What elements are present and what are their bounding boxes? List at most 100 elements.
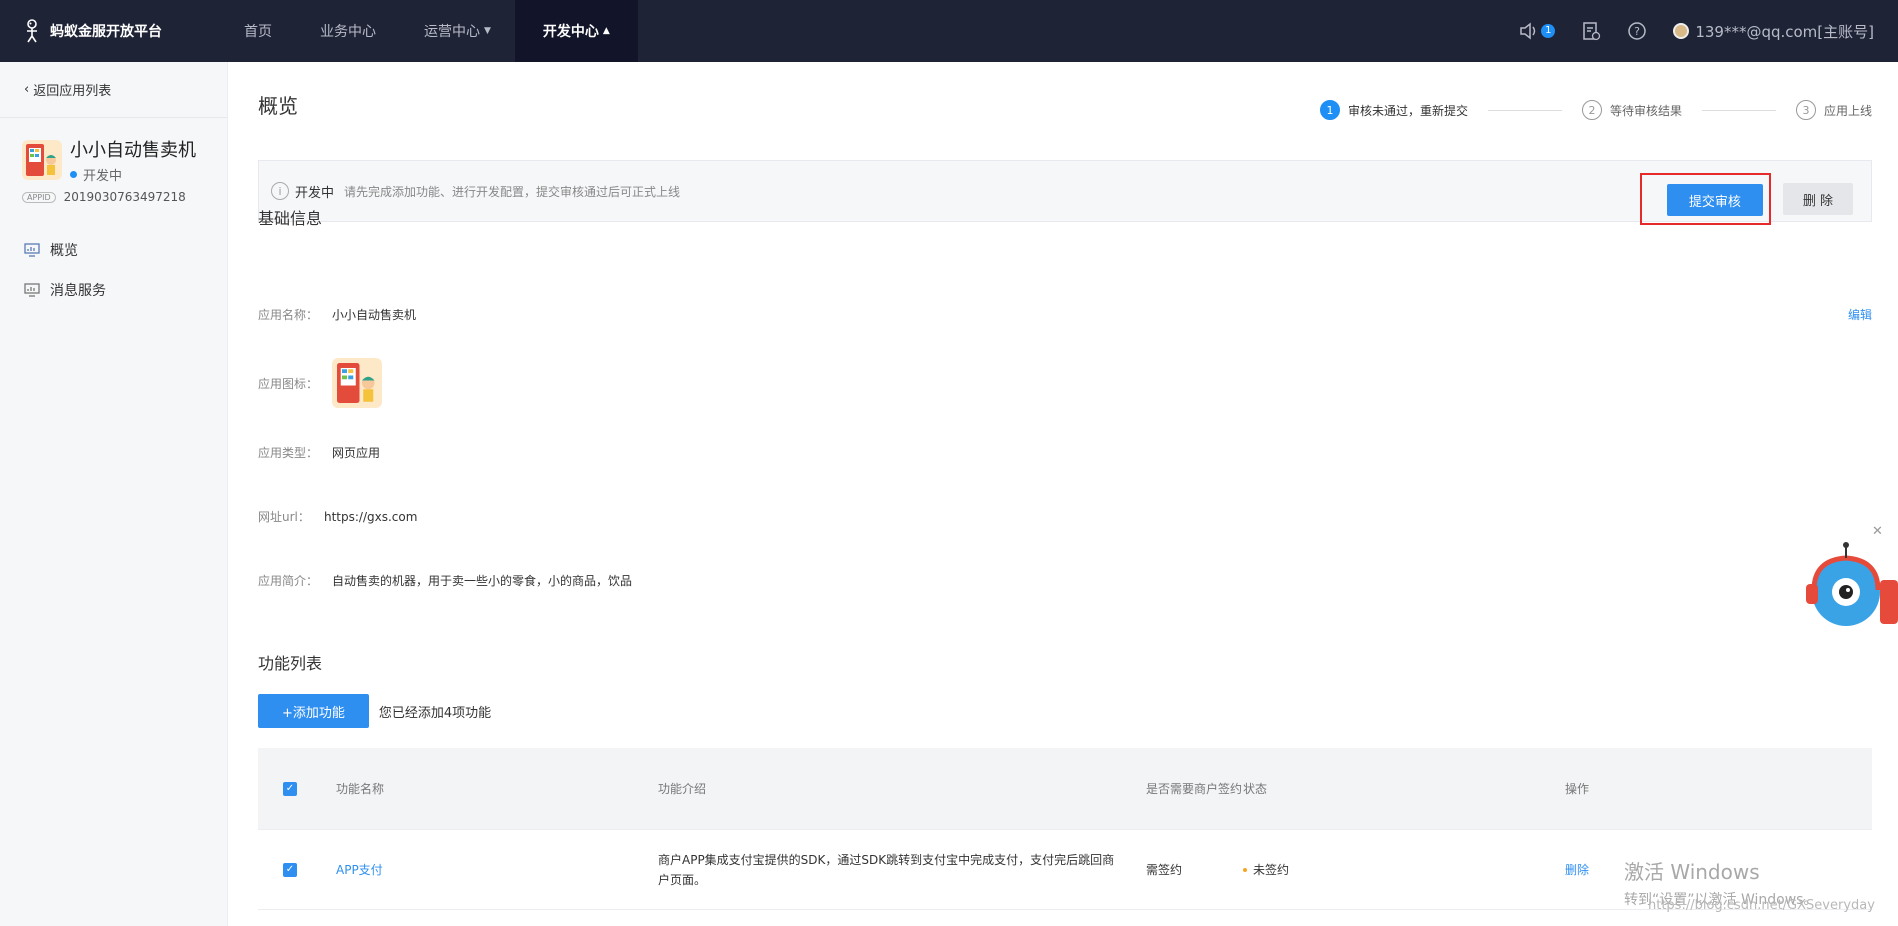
app-name: 小小自动售卖机 bbox=[70, 140, 196, 161]
nav-dev-label: 开发中心 bbox=[542, 24, 599, 40]
nav-operations-center[interactable]: 运营中心 ▼ bbox=[400, 0, 515, 62]
speaker-icon bbox=[1520, 22, 1536, 40]
function-status: 未签约 bbox=[1243, 861, 1565, 878]
app-status-text: 开发中 bbox=[83, 169, 123, 184]
field-value: 自动售卖的机器，用于卖一些小的零食，小的商品，饮品 bbox=[332, 574, 633, 588]
back-label: 返回应用列表 bbox=[33, 84, 112, 99]
header-name: 功能名称 bbox=[336, 782, 385, 796]
add-function-row: +添加功能 您已经添加4项功能 bbox=[258, 694, 491, 728]
nav-business-label: 业务中心 bbox=[320, 24, 376, 40]
main-content: 概览 1 审核未通过，重新提交 2 等待审核结果 3 应用上线 i 开发中 请先… bbox=[258, 62, 1872, 926]
add-function-button[interactable]: +添加功能 bbox=[258, 694, 369, 728]
add-function-hint: 您已经添加4项功能 bbox=[378, 705, 492, 721]
status-notice: i 开发中 请先完成添加功能、进行开发配置，提交审核通过后可正式上线 提交审核 … bbox=[258, 160, 1872, 225]
close-icon[interactable]: ✕ bbox=[1872, 524, 1883, 539]
delete-app-button[interactable]: 删 除 bbox=[1782, 183, 1853, 215]
chevron-left-icon: ‹ bbox=[24, 82, 30, 97]
field-app-name: 应用名称： 小小自动售卖机 bbox=[258, 306, 416, 323]
nav-home[interactable]: 首页 bbox=[220, 0, 296, 62]
main-nav: 首页 业务中心 运营中心 ▼ 开发中心 ▲ bbox=[220, 0, 638, 62]
back-to-app-list-link[interactable]: ‹ 返回应用列表 bbox=[0, 62, 227, 118]
field-description: 应用简介： 自动售卖的机器，用于卖一些小的零食，小的商品，饮品 bbox=[258, 572, 632, 589]
app-status: 开发中 bbox=[70, 165, 196, 184]
ant-logo-icon bbox=[27, 19, 37, 43]
brand-name: 蚂蚁金服开放平台 bbox=[50, 24, 162, 40]
step-divider bbox=[1487, 109, 1562, 111]
step-3: 3 应用上线 bbox=[1795, 100, 1872, 120]
monitor-chart-icon bbox=[24, 243, 40, 257]
brand-logo[interactable]: 蚂蚁金服开放平台 bbox=[0, 18, 220, 44]
side-item-overview[interactable]: 概览 bbox=[0, 230, 227, 270]
step-2: 2 等待审核结果 bbox=[1581, 100, 1682, 120]
status-dot-icon bbox=[1243, 867, 1247, 872]
basic-info-title: 基础信息 bbox=[258, 209, 323, 228]
field-label: 应用类型： bbox=[258, 446, 319, 460]
notification-badge: 1 bbox=[1541, 24, 1556, 38]
notice-text: 请先完成添加功能、进行开发配置，提交审核通过后可正式上线 bbox=[344, 184, 681, 199]
account-name: 139***@qq.com[主账号] bbox=[1695, 22, 1874, 41]
function-desc: 商户APP集成支付宝提供的SDK，通过SDK跳转到支付宝中完成支付，支付完后跳回… bbox=[658, 852, 1115, 887]
appid-tag: APPID bbox=[22, 191, 56, 203]
page-title: 概览 bbox=[258, 94, 298, 118]
field-label: 网址url： bbox=[258, 510, 310, 524]
edit-link[interactable]: 编辑 bbox=[1848, 306, 1872, 323]
header-status: 状态 bbox=[1243, 782, 1268, 796]
side-menu: 概览 消息服务 bbox=[0, 230, 227, 310]
nav-operations-label: 运营中心 bbox=[424, 24, 480, 40]
header-desc: 功能介绍 bbox=[658, 781, 707, 796]
select-all-checkbox[interactable]: ✓ bbox=[283, 781, 297, 796]
caret-up-icon: ▲ bbox=[602, 26, 610, 36]
monitor-chart-icon bbox=[24, 283, 40, 297]
header-sign: 是否需要商户签约 bbox=[1146, 781, 1243, 796]
step-3-label: 应用上线 bbox=[1823, 103, 1872, 118]
step-3-num: 3 bbox=[1795, 100, 1816, 120]
svg-text:?: ? bbox=[1634, 25, 1640, 38]
app-icon-preview bbox=[332, 358, 382, 408]
nav-home-label: 首页 bbox=[244, 24, 272, 40]
side-item-message-label: 消息服务 bbox=[50, 283, 106, 299]
function-name-link[interactable]: APP支付 bbox=[336, 863, 383, 877]
header-op: 操作 bbox=[1565, 782, 1590, 796]
notification-button[interactable]: 1 bbox=[1519, 22, 1556, 40]
function-list-title: 功能列表 bbox=[258, 654, 323, 673]
step-divider bbox=[1701, 109, 1776, 111]
help-icon[interactable]: ? bbox=[1627, 21, 1647, 41]
field-label: 应用简介： bbox=[258, 574, 319, 588]
delete-function-link[interactable]: 删除 bbox=[1565, 863, 1589, 877]
appid-value: 2019030763497218 bbox=[63, 190, 186, 204]
nav-dev-center[interactable]: 开发中心 ▲ bbox=[514, 0, 638, 62]
csdn-watermark: https://blog.csdn.net/GXSeveryday bbox=[1648, 898, 1875, 913]
step-1-label: 审核未通过，重新提交 bbox=[1347, 103, 1468, 118]
notice-actions: 提交审核 删 除 bbox=[1639, 173, 1853, 225]
account-menu[interactable]: 139***@qq.com[主账号] bbox=[1673, 21, 1874, 42]
step-1: 1 审核未通过，重新提交 bbox=[1319, 100, 1468, 120]
field-label: 应用图标： bbox=[258, 376, 319, 391]
field-label: 应用名称： bbox=[258, 308, 319, 322]
watermark-title: 激活 Windows bbox=[1624, 860, 1760, 884]
nav-business-center[interactable]: 业务中心 bbox=[296, 0, 400, 62]
table-header: ✓ 功能名称 功能介绍 是否需要商户签约 状态 操作 bbox=[258, 748, 1872, 830]
submit-review-button[interactable]: 提交审核 bbox=[1666, 184, 1763, 216]
appid-row: APPID 2019030763497218 bbox=[22, 190, 205, 204]
sidebar: ‹ 返回应用列表 小小自动售卖机 开发中 APPID 2019030763497… bbox=[0, 62, 228, 926]
status-dot-icon bbox=[70, 171, 77, 178]
field-value: 小小自动售卖机 bbox=[332, 308, 417, 322]
function-sign: 需签约 bbox=[1146, 862, 1183, 877]
field-value: 网页应用 bbox=[332, 446, 381, 460]
field-app-type: 应用类型： 网页应用 bbox=[258, 444, 380, 461]
row-checkbox[interactable]: ✓ bbox=[283, 862, 297, 877]
info-icon: i bbox=[271, 182, 289, 200]
field-url: 网址url： https://gxs.com bbox=[258, 508, 417, 525]
app-icon bbox=[22, 140, 62, 180]
support-mascot-icon[interactable] bbox=[1794, 540, 1898, 640]
step-2-num: 2 bbox=[1581, 100, 1602, 120]
progress-steps: 1 审核未通过，重新提交 2 等待审核结果 3 应用上线 bbox=[1319, 100, 1872, 120]
step-2-label: 等待审核结果 bbox=[1609, 103, 1682, 118]
document-clock-icon[interactable] bbox=[1581, 21, 1601, 41]
side-item-overview-label: 概览 bbox=[50, 243, 78, 259]
avatar bbox=[1673, 23, 1690, 39]
highlight-box: 提交审核 bbox=[1639, 173, 1771, 225]
app-card: 小小自动售卖机 开发中 APPID 2019030763497218 bbox=[0, 118, 227, 220]
top-right-tools: 1 ? 139***@qq.com[主账号] bbox=[1519, 0, 1874, 62]
side-item-message-service[interactable]: 消息服务 bbox=[0, 270, 227, 310]
